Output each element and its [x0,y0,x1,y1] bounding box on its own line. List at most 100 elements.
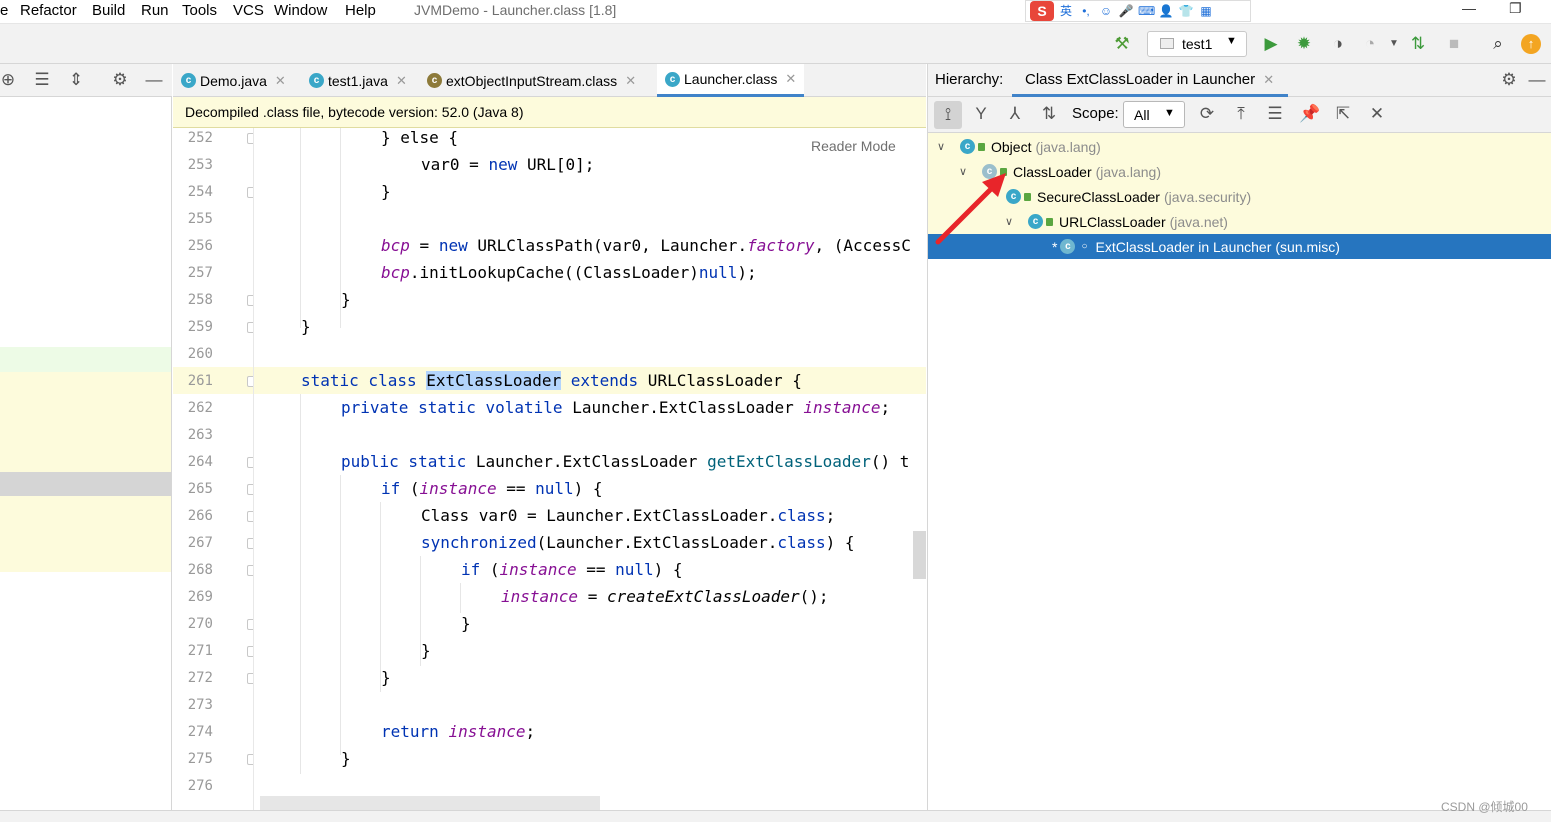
scope-value: All [1134,107,1150,123]
code-line-272: } [381,668,391,687]
open-in-window-icon[interactable]: ⇱ [1333,104,1353,124]
tab-test1-java[interactable]: c test1.java ✕ [309,64,407,97]
attach-debugger-icon[interactable]: ⇅ [1408,34,1428,54]
hide-panel-icon[interactable]: — [144,70,164,90]
minimize-button[interactable]: — [1462,0,1476,16]
expand-all-icon[interactable]: ☰ [1265,104,1285,124]
menu-vcs[interactable]: VCS [233,2,264,19]
coverage-icon[interactable]: ◑ [1328,34,1348,54]
debug-bug-icon[interactable]: ✹ [1294,34,1314,54]
grid-icon[interactable]: ▦ [1198,4,1214,18]
code-line-261: static class ExtClassLoader extends URLC… [301,371,802,390]
close-icon[interactable]: ✕ [625,73,636,89]
sort-alpha-icon[interactable]: ⇅ [1039,104,1059,124]
close-icon[interactable]: ✕ [275,73,286,89]
chevron-down-icon: ▼ [1226,35,1237,47]
line-number: 270 [187,616,213,632]
project-panel: ⊕ ☰ ⇕ ⚙ — [0,64,172,810]
user-icon[interactable]: 👤 [1158,4,1174,18]
horizontal-scrollbar[interactable] [260,796,600,810]
tab-launcher-class[interactable]: c Launcher.class ✕ [657,64,805,97]
stop-icon[interactable]: ■ [1444,34,1464,54]
class-icon: c [665,71,680,87]
search-icon[interactable]: ⌕ [1488,34,1508,54]
class-icon: c [309,73,324,88]
hide-panel-icon[interactable]: — [1527,70,1547,90]
run-icon[interactable]: ▶ [1261,34,1281,54]
vertical-scrollbar[interactable] [913,531,926,579]
close-icon[interactable]: ✕ [396,73,407,89]
code-line-265: if (instance == null) { [381,479,603,498]
hierarchy-tab[interactable]: Class ExtClassLoader in Launcher ✕ [1012,64,1289,97]
line-number: 276 [187,778,213,794]
project-row-highlight [0,372,171,472]
menu-refactor[interactable]: Refactor [20,2,77,19]
indent-guide [380,502,381,692]
hierarchy-panel: Hierarchy: Class ExtClassLoader in Launc… [927,64,1551,810]
close-icon[interactable]: ✕ [785,71,796,87]
line-number: 262 [187,400,213,416]
code-line-252: } else { [381,128,459,147]
punctuation-icon[interactable]: •, [1078,4,1094,18]
pin-icon[interactable]: 📌 [1299,104,1320,124]
reader-mode-button[interactable]: Reader Mode [811,138,896,154]
code-line-270: } [461,614,471,633]
menu-build[interactable]: Build [92,2,125,19]
tab-demo-java[interactable]: c Demo.java ✕ [181,64,286,97]
code-line-262: private static volatile Launcher.ExtClas… [341,398,891,417]
menu-edit[interactable]: e [0,2,8,19]
project-row-selected[interactable] [0,472,171,496]
expand-all-icon[interactable]: ☰ [32,70,52,90]
line-number: 253 [187,157,213,173]
keyboard-icon[interactable]: ⌨ [1138,4,1155,18]
emoji-icon[interactable]: ☺ [1098,4,1114,18]
tree-item-package: (java.lang) [1035,138,1101,155]
close-icon[interactable]: ✕ [1263,72,1274,87]
type-hierarchy-icon[interactable]: ⟟ [934,101,962,129]
tab-extobjectinputstream-class[interactable]: c extObjectInputStream.class ✕ [427,64,636,97]
chevron-down-icon[interactable]: ∨ [934,140,948,153]
restore-button[interactable]: ❐ [1509,0,1522,17]
build-hammer-icon[interactable]: ⚒ [1112,34,1132,54]
line-number: 269 [187,589,213,605]
export-icon[interactable]: ⤒ [1231,104,1251,124]
locate-icon[interactable]: ⊕ [0,70,18,90]
supertypes-icon[interactable]: Y [971,104,991,124]
refresh-icon[interactable]: ⟳ [1197,104,1217,124]
menu-help[interactable]: Help [345,2,376,19]
tree-item-object[interactable]: ∨ c Object (java.lang) [928,134,1551,159]
menu-run[interactable]: Run [141,2,169,19]
code-editor[interactable]: } else { var0 = new URL[0]; } bcp = new … [253,128,926,810]
tree-item-name: URLClassLoader [1059,213,1166,230]
collapse-all-icon[interactable]: ⇕ [66,70,86,90]
update-icon[interactable]: ↑ [1521,34,1541,54]
skin-icon[interactable]: 👕 [1178,4,1194,18]
menu-tools[interactable]: Tools [182,2,217,19]
ime-lang-indicator[interactable]: 英 [1058,4,1074,18]
line-number: 258 [187,292,213,308]
gear-icon[interactable]: ⚙ [110,70,130,90]
project-row-highlight [0,347,171,372]
selected-identifier: ExtClassLoader [426,371,562,390]
scope-select[interactable]: All ▼ [1123,101,1185,128]
gear-icon[interactable]: ⚙ [1499,70,1519,90]
scope-label: Scope: [1072,105,1119,122]
run-config-select[interactable]: test1 ▼ [1147,31,1247,57]
more-run-chevron-icon[interactable]: ▼ [1384,34,1404,54]
code-line-258: } [341,290,351,309]
ime-toolbar[interactable]: S 英 •, ☺ 🎤 ⌨ 👤 👕 ▦ [1025,0,1251,22]
code-line-274: return instance; [381,722,536,741]
line-number: 263 [187,427,213,443]
line-number: 260 [187,346,213,362]
status-bar [0,810,1551,822]
indent-guide [300,128,301,328]
profiler-icon[interactable]: ◔ [1360,34,1380,54]
microphone-icon[interactable]: 🎤 [1118,4,1134,18]
subtypes-icon[interactable]: ⅄ [1005,104,1025,124]
tree-item-name: Object [991,138,1032,155]
tab-label: test1.java [328,72,388,89]
current-class-marker-icon: * [1052,238,1058,255]
close-icon[interactable]: ✕ [1367,104,1387,124]
line-number: 252 [187,130,213,146]
menu-window[interactable]: Window [274,2,327,19]
